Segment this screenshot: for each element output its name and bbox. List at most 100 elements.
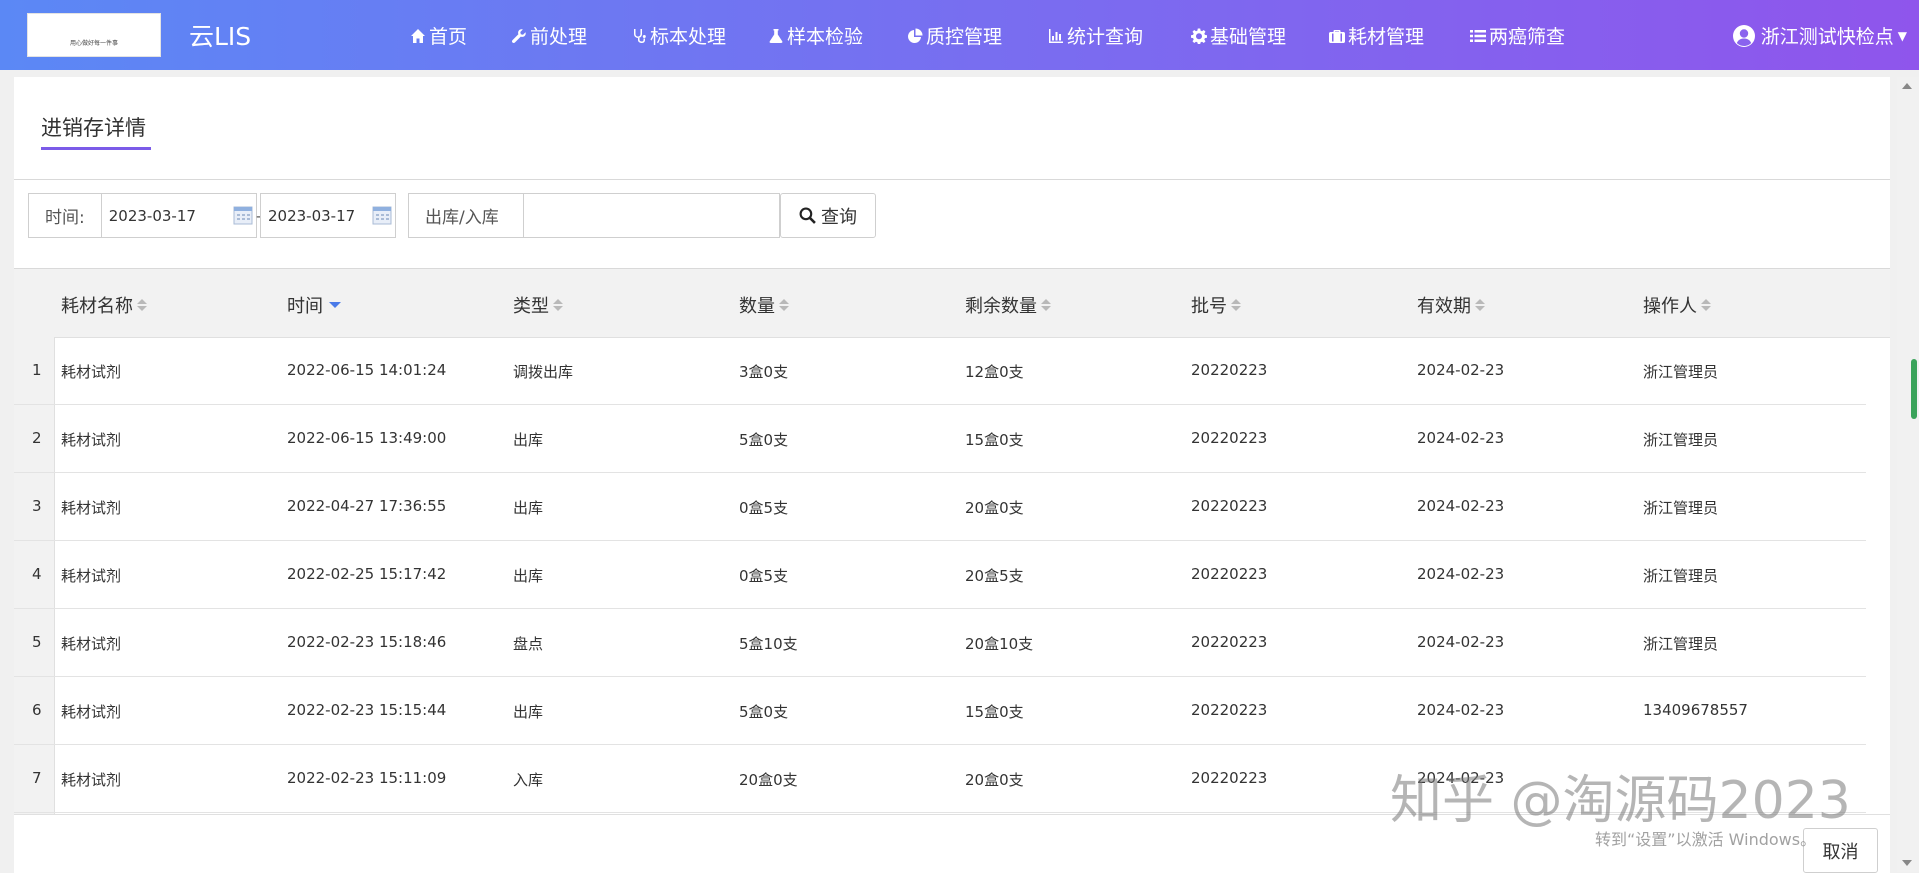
cell-operator: 浙江管理员	[1643, 499, 1719, 517]
stethoscope-icon	[634, 28, 646, 43]
query-button[interactable]: 查询	[780, 193, 876, 238]
cell-type: 入库	[513, 771, 544, 789]
sort-icon	[1041, 299, 1051, 311]
nav-item-stats[interactable]: 统计查询	[1048, 22, 1143, 49]
nav-item-test[interactable]: 样本检验	[768, 22, 863, 49]
nav-item-basic[interactable]: 基础管理	[1191, 22, 1286, 49]
cell-operator: 浙江管理员	[1643, 363, 1719, 381]
calendar-icon[interactable]	[233, 204, 253, 226]
time-label: 时间:	[29, 194, 102, 237]
cell-type: 出库	[513, 499, 544, 517]
cell-name: 耗材试剂	[61, 363, 122, 381]
cell-qty: 0盒5支	[739, 499, 789, 517]
vertical-scrollbar[interactable]	[1897, 77, 1919, 872]
cell-time: 2022-06-15 13:49:00	[287, 429, 447, 447]
table-row[interactable]: 2 耗材试剂 2022-06-15 13:49:00 出库 5盒0支 15盒0支 20220…	[14, 405, 1866, 473]
title-underline	[41, 147, 151, 150]
scroll-up-icon[interactable]	[1902, 83, 1912, 89]
scroll-down-icon[interactable]	[1902, 860, 1912, 866]
cell-expiry: 2024-02-23	[1417, 769, 1505, 787]
table-row[interactable]: 3 耗材试剂 2022-04-27 17:36:55 出库 0盒5支 20盒0支 20220…	[14, 473, 1866, 541]
cell-no: 2	[32, 429, 42, 447]
filter-bar: 时间: 2023-03-17 - 2023-03-17 出库/入库 查询	[14, 179, 1890, 269]
nav-item-label: 两癌筛查	[1489, 26, 1566, 48]
cell-no: 1	[32, 361, 42, 379]
cell-qty: 0盒5支	[739, 567, 789, 585]
cell-batch: 20220223	[1191, 633, 1268, 651]
column-header-qty[interactable]: 数量	[739, 292, 789, 318]
briefcase-icon	[1329, 29, 1345, 43]
user-name: 浙江测试快检点	[1760, 26, 1894, 48]
column-header-expiry[interactable]: 有效期	[1417, 292, 1485, 318]
user-circle-icon	[1732, 24, 1755, 47]
cancel-button[interactable]: 取消	[1803, 828, 1878, 873]
records-table: 耗材名称 时间 类型 数量 剩余数量 批号 有效期 操作人 1 耗材试剂 202…	[14, 269, 1890, 814]
table-row[interactable]: 5 耗材试剂 2022-02-23 15:18:46 盘点 5盒10支 20盒10支 202…	[14, 609, 1866, 677]
nav-item-qc[interactable]: 质控管理	[907, 22, 1002, 49]
search-icon	[799, 207, 816, 224]
nav-item-label: 标本处理	[650, 26, 727, 48]
cell-expiry: 2024-02-23	[1417, 429, 1505, 447]
cell-qty: 5盒0支	[739, 431, 789, 449]
cell-no: 4	[32, 565, 42, 583]
user-menu[interactable]: 浙江测试快检点 ▼	[1732, 22, 1907, 49]
cell-qty: 3盒0支	[739, 363, 789, 381]
nav-item-screening[interactable]: 两癌筛查	[1470, 22, 1565, 49]
query-button-label: 查询	[821, 206, 857, 228]
sort-icon	[137, 299, 147, 311]
cell-batch: 20220223	[1191, 497, 1268, 515]
column-header-type[interactable]: 类型	[513, 292, 563, 318]
cell-type: 盘点	[513, 635, 544, 653]
logo[interactable]: 用心做好每一件事	[27, 13, 161, 57]
calendar-icon[interactable]	[372, 204, 392, 226]
cell-expiry: 2024-02-23	[1417, 497, 1505, 515]
cell-expiry: 2024-02-23	[1417, 565, 1505, 583]
cell-no: 6	[32, 701, 42, 719]
cell-remain: 20盒10支	[965, 635, 1034, 653]
cell-name: 耗材试剂	[61, 499, 122, 517]
table-row[interactable]: 6 耗材试剂 2022-02-23 15:15:44 出库 5盒0支 15盒0支 20220…	[14, 677, 1866, 745]
cell-operator: 13409678557	[1643, 701, 1748, 719]
nav-item-home[interactable]: 首页	[410, 22, 467, 49]
nav-item-label: 耗材管理	[1348, 26, 1425, 48]
cell-operator: 浙江管理员	[1643, 635, 1719, 653]
logo-text: 用心做好每一件事	[69, 40, 118, 47]
cell-time: 2022-02-25 15:17:42	[287, 565, 447, 583]
cell-expiry: 2024-02-23	[1417, 633, 1505, 651]
cell-expiry: 2024-02-23	[1417, 701, 1505, 719]
type-label: 出库/入库	[409, 194, 515, 237]
table-footer: 取消	[14, 814, 1890, 873]
column-header-name[interactable]: 耗材名称	[61, 292, 147, 318]
sort-icon	[1701, 299, 1711, 311]
page-title: 进销存详情	[41, 116, 146, 140]
cell-type: 出库	[513, 703, 544, 721]
nav-item-preprocess[interactable]: 前处理	[511, 22, 587, 49]
type-input[interactable]	[523, 193, 780, 238]
top-navbar: 用心做好每一件事 云LIS 首页 前处理 标本处理 样本检验 质控管理 统计查询…	[0, 0, 1919, 70]
chevron-down-icon: ▼	[1897, 28, 1907, 43]
cell-remain: 15盒0支	[965, 703, 1024, 721]
cell-qty: 20盒0支	[739, 771, 798, 789]
table-row[interactable]: 7 耗材试剂 2022-02-23 15:11:09 入库 20盒0支 20盒0支 2022…	[14, 745, 1866, 813]
nav-item-specimen[interactable]: 标本处理	[631, 22, 726, 49]
gear-icon	[1191, 28, 1207, 44]
cell-qty: 5盒10支	[739, 635, 798, 653]
cell-no: 7	[32, 769, 42, 787]
table-row[interactable]: 1 耗材试剂 2022-06-15 14:01:24 调拨出库 3盒0支 12盒0支 202…	[14, 337, 1866, 405]
column-header-remain[interactable]: 剩余数量	[965, 292, 1051, 318]
type-label-box: 出库/入库	[408, 193, 524, 238]
nav-item-consumables[interactable]: 耗材管理	[1329, 22, 1424, 49]
scroll-thumb[interactable]	[1911, 359, 1917, 419]
column-header-batch[interactable]: 批号	[1191, 292, 1241, 318]
table-row[interactable]: 4 耗材试剂 2022-02-25 15:17:42 出库 0盒5支 20盒5支 20220…	[14, 541, 1866, 609]
column-header-time[interactable]: 时间	[287, 292, 341, 318]
cell-operator: 浙江管理员	[1643, 431, 1719, 449]
cell-batch: 20220223	[1191, 565, 1268, 583]
column-header-operator[interactable]: 操作人	[1643, 292, 1711, 318]
cell-remain: 20盒5支	[965, 567, 1024, 585]
cell-time: 2022-02-23 15:18:46	[287, 633, 447, 651]
date-from-input[interactable]: 2023-03-17	[102, 207, 196, 225]
date-to-input[interactable]: 2023-03-17	[261, 207, 355, 225]
sort-desc-icon	[329, 302, 341, 308]
nav-item-label: 基础管理	[1210, 26, 1287, 48]
